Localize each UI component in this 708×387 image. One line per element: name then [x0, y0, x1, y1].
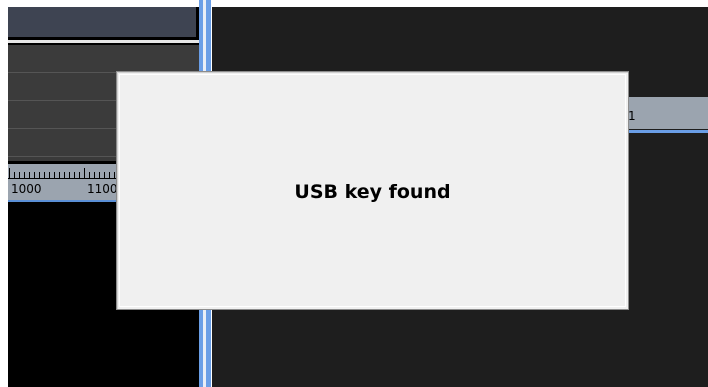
- ruler-label: 1000: [11, 182, 42, 196]
- dialog-message: USB key found: [294, 181, 451, 203]
- ruler-label: 1: [628, 109, 636, 123]
- left-panel-header: [8, 7, 196, 37]
- usb-found-dialog[interactable]: USB key found: [116, 71, 629, 310]
- ruler-label: 1100: [87, 182, 118, 196]
- app-window: 1000 1100 1 USB key found: [0, 0, 708, 387]
- track-row[interactable]: [8, 45, 199, 73]
- left-header-divider: [8, 40, 199, 43]
